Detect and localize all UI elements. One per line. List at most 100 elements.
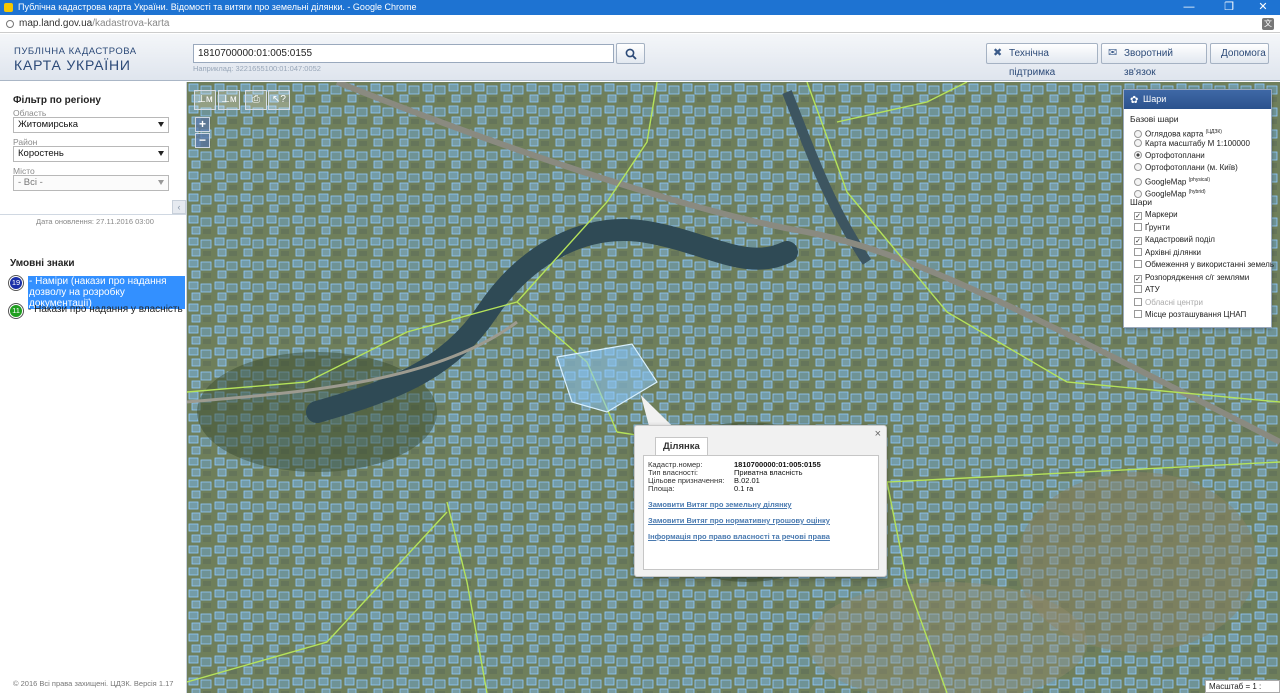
legend-item-intentions[interactable]: 19 - Наміри (накази про надання дозволу … (9, 276, 185, 309)
overlay-layer-option[interactable]: Місце розташування ЦНАП (1134, 310, 1246, 320)
overlay-layer-label: Маркери (1145, 210, 1178, 219)
radio-icon[interactable] (1134, 163, 1142, 171)
search-button[interactable] (616, 43, 645, 64)
base-layer-option[interactable]: Карта масштабу М 1:100000 (1134, 139, 1250, 149)
close-window-button[interactable]: ✕ (1246, 0, 1280, 15)
checkbox-icon (1134, 297, 1142, 306)
base-layer-label: Ортофотоплани (1145, 151, 1205, 160)
overlay-layer-option[interactable]: ✓ Маркери (1134, 210, 1178, 220)
translate-icon[interactable]: 文 (1262, 18, 1274, 30)
print-tool[interactable]: ⎙ (245, 90, 267, 110)
layers-title: Шари (1143, 94, 1167, 104)
checkbox-icon[interactable] (1134, 285, 1142, 293)
logo-line2[interactable]: КАРТА УКРАЇНИ (14, 57, 131, 73)
address-bar[interactable]: map.land.gov.ua/kadastrova-karta 文 (0, 15, 1280, 33)
site-favicon-icon (4, 3, 13, 12)
overlay-layer-option[interactable]: Обмеження у використанні земель (1134, 260, 1274, 270)
overlay-layer-option[interactable]: Ґрунти (1134, 222, 1170, 233)
misto-select[interactable]: - Всі - (13, 175, 169, 191)
feedback-button[interactable]: ✉ Зворотний зв'язок (1101, 43, 1207, 78)
base-layer-label: Оглядова карта (1145, 129, 1204, 139)
checkbox-checked-icon[interactable]: ✓ (1134, 212, 1142, 220)
overlay-layer-option[interactable]: АТУ (1134, 285, 1160, 295)
base-layer-note: (hybrid) (1188, 189, 1206, 195)
update-date: Дата оновлення: 27.11.2016 03:00 (36, 217, 154, 226)
sidebar: Фільтр по регіону Область Житомирська Ра… (0, 82, 187, 693)
checkbox-icon[interactable] (1134, 260, 1142, 268)
identify-tool[interactable]: ↖? (268, 90, 290, 110)
base-layer-option[interactable]: Оглядова карта (ЦДЗК) (1134, 127, 1222, 140)
help-label: Допомога (1221, 48, 1266, 59)
zoom-out-button[interactable]: − (195, 133, 210, 148)
feedback-label: Зворотний зв'язок (1124, 48, 1173, 78)
checkbox-checked-icon[interactable]: ✓ (1134, 274, 1142, 283)
overlay-layer-label: Обмеження у використанні земель (1145, 260, 1274, 269)
legend-item-ownership-orders[interactable]: 11 - Накази про надання у власність (9, 304, 185, 318)
order-parcel-extract-link[interactable]: Замовити Витяг про земельну ділянку (648, 500, 792, 509)
parcel-info-body: Кадастр.номер: 1810700000:01:005:0155 Ти… (643, 455, 879, 570)
oblast-select[interactable]: Житомирська (13, 117, 169, 133)
base-layer-label: GoogleMap (1145, 177, 1187, 187)
legend-title: Умовні знаки (10, 258, 75, 269)
overlay-layer-option[interactable]: ✓ Кадастровий поділ (1134, 235, 1215, 245)
radio-icon[interactable] (1134, 177, 1142, 186)
copyright: © 2016 Всі права захищені. ЦДЗК. Версія … (13, 679, 174, 688)
misto-value: - Всі - (18, 177, 43, 188)
sidebar-divider (0, 214, 186, 215)
tools-icon: ✖ (993, 47, 1003, 59)
close-icon[interactable]: × (875, 428, 881, 440)
logo-line1: ПУБЛІЧНА КАДАСТРОВА (14, 46, 137, 57)
measure-area-tool[interactable]: ⊥м (218, 90, 240, 110)
checkbox-icon[interactable] (1134, 310, 1142, 318)
radio-icon[interactable] (1134, 129, 1142, 138)
base-layer-option[interactable]: GoogleMap (physical) (1134, 175, 1210, 188)
overlay-layer-label: Архівні ділянки (1145, 247, 1201, 257)
oblast-value: Житомирська (18, 119, 79, 130)
raion-value: Коростень (18, 148, 64, 159)
overlay-layer-label: Ґрунти (1145, 222, 1170, 232)
chevron-down-icon (158, 180, 164, 185)
search-icon (625, 48, 637, 60)
base-layers-title: Базові шари (1130, 114, 1179, 124)
base-layer-option[interactable]: Ортофотоплани (м. Київ) (1134, 163, 1238, 173)
map-viewport[interactable]: ⊥м ⊥м ⎙ ↖? + − ✿ Шари Базові шари Шари Ог… (187, 82, 1280, 693)
tech-support-button[interactable]: ✖ Технічна підтримка (986, 43, 1098, 78)
overlay-layer-option: Обласні центри (1134, 297, 1203, 308)
layers-panel-header[interactable]: ✿ Шари (1124, 90, 1271, 109)
maximize-button[interactable]: ❐ (1216, 0, 1242, 15)
radio-icon[interactable] (1134, 189, 1142, 198)
chevron-down-icon (158, 151, 164, 156)
layers-panel: ✿ Шари Базові шари Шари Оглядова карта (Ц… (1123, 89, 1274, 328)
checkbox-icon[interactable] (1134, 247, 1142, 256)
minimize-button[interactable]: — (1176, 0, 1202, 15)
collapse-sidebar-button[interactable]: ‹ (172, 200, 186, 214)
overlay-layer-label: Кадастровий поділ (1145, 235, 1215, 244)
checkbox-icon[interactable] (1134, 222, 1142, 231)
area-label: Площа: (648, 484, 675, 493)
overlay-layer-label: Місце розташування ЦНАП (1145, 310, 1247, 319)
tab-parcel[interactable]: Ділянка (655, 437, 708, 455)
help-button[interactable]: Допомога (1210, 43, 1269, 64)
url-host: map.land.gov.ua (19, 18, 93, 29)
ownership-rights-info-link[interactable]: Інформація про право власності та речові… (648, 532, 830, 541)
page-info-icon[interactable] (6, 20, 14, 28)
radio-icon[interactable] (1134, 139, 1142, 147)
overlay-layer-label: Розпорядження с/г землями (1145, 272, 1250, 282)
count-badge: 11 (9, 304, 23, 318)
checkbox-checked-icon[interactable]: ✓ (1134, 237, 1142, 245)
overlay-layer-option[interactable]: Архівні ділянки (1134, 247, 1201, 258)
base-layer-label: Ортофотоплани (м. Київ) (1145, 163, 1238, 172)
radio-icon[interactable] (1134, 151, 1142, 159)
search-example-hint: Наприклад: 3221655100:01:047:0052 (193, 64, 321, 73)
tech-support-label: Технічна підтримка (1009, 48, 1056, 78)
raion-select[interactable]: Коростень (13, 146, 169, 162)
orthophoto-background (187, 82, 1280, 693)
cadastral-search-input[interactable] (193, 44, 614, 63)
base-layer-option[interactable]: GoogleMap (hybrid) (1134, 187, 1206, 200)
base-layer-option[interactable]: Ортофотоплани (1134, 151, 1205, 161)
overlay-layer-option[interactable]: ✓ Розпорядження с/г землями (1134, 273, 1249, 283)
chevron-down-icon (158, 122, 164, 127)
order-valuation-extract-link[interactable]: Замовити Витяг про нормативну грошову оц… (648, 516, 830, 525)
measure-distance-tool[interactable]: ⊥м (194, 90, 216, 110)
zoom-in-button[interactable]: + (195, 117, 210, 132)
